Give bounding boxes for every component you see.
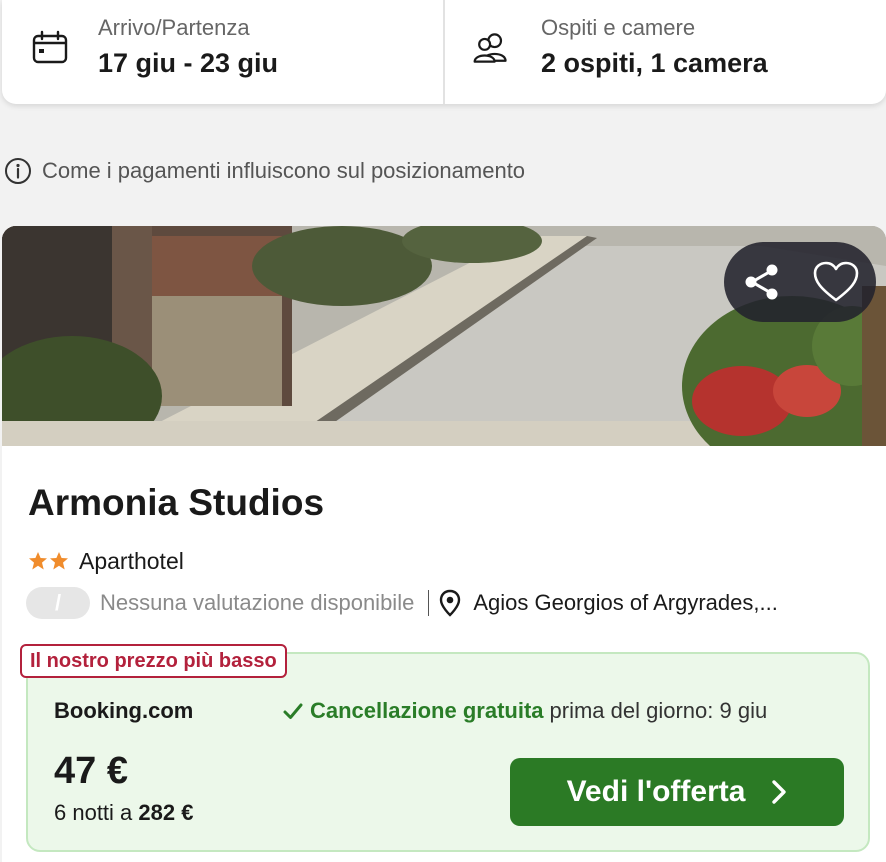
heart-icon[interactable] xyxy=(812,260,860,304)
guests-value: 2 ospiti, 1 camera xyxy=(541,48,768,78)
nights-total: 282 € xyxy=(138,800,194,825)
chevron-right-icon xyxy=(772,780,787,804)
hotel-card[interactable]: Armonia Studios Aparthotel / Nessuna val… xyxy=(2,226,886,862)
dates-field[interactable]: Arrivo/Partenza 17 giu - 23 giu xyxy=(2,0,443,104)
photo-actions xyxy=(724,242,876,322)
nights-prefix: 6 notti a xyxy=(54,800,133,825)
dates-label: Arrivo/Partenza xyxy=(98,15,250,40)
cancellation-deadline: prima del giorno: 9 giu xyxy=(549,698,768,723)
calendar-icon xyxy=(32,30,68,64)
share-icon[interactable] xyxy=(740,260,784,304)
payment-info-link[interactable]: Come i pagamenti influiscono sul posizio… xyxy=(4,155,525,187)
total-price: 6 notti a 282 € xyxy=(54,800,193,826)
hotel-location[interactable]: Agios Georgios of Argyrades,... xyxy=(473,590,823,616)
users-icon xyxy=(473,33,507,63)
cancellation-info: Cancellazione gratuita prima del giorno:… xyxy=(282,698,767,724)
star-rating xyxy=(28,551,69,571)
hotel-type: Aparthotel xyxy=(79,547,184,574)
lowest-price-badge: Il nostro prezzo più basso xyxy=(20,644,287,678)
guests-label: Ospiti e camere xyxy=(541,15,696,40)
hotel-name[interactable]: Armonia Studios xyxy=(28,482,324,524)
hotel-photo[interactable] xyxy=(2,226,886,446)
search-bar: Arrivo/Partenza 17 giu - 23 giu Ospiti e… xyxy=(2,0,886,104)
info-icon xyxy=(5,158,31,184)
free-cancellation: Cancellazione gratuita xyxy=(310,698,544,723)
deal-box[interactable]: Booking.com Cancellazione gratuita prima… xyxy=(26,652,870,852)
view-offer-label: Vedi l'offerta xyxy=(566,775,746,808)
star-icon xyxy=(29,552,47,570)
rating-location-row: / Nessuna valutazione disponibile Agios … xyxy=(26,586,886,620)
rating-badge: / xyxy=(26,587,90,619)
rating-text: Nessuna valutazione disponibile xyxy=(100,590,415,615)
dates-value: 17 giu - 23 giu xyxy=(98,48,279,78)
star-icon xyxy=(50,552,68,570)
view-offer-button[interactable]: Vedi l'offerta xyxy=(510,758,844,826)
check-icon xyxy=(283,703,303,719)
hotel-category: Aparthotel xyxy=(28,546,184,576)
divider xyxy=(428,590,430,616)
payment-info-text: Come i pagamenti influiscono sul posizio… xyxy=(42,158,526,183)
location-pin-icon xyxy=(440,589,461,617)
deal-provider: Booking.com xyxy=(54,698,194,723)
nightly-price: 47 € xyxy=(54,750,128,792)
guests-field[interactable]: Ospiti e camere 2 ospiti, 1 camera xyxy=(443,0,886,104)
